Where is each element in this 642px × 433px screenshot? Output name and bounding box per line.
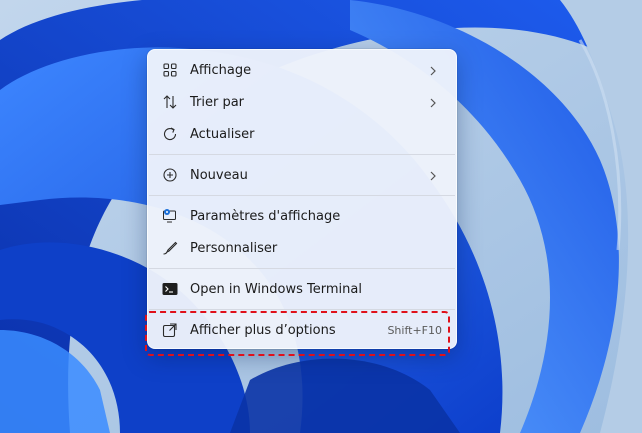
menu-separator bbox=[149, 154, 455, 155]
brush-icon bbox=[162, 240, 178, 256]
menu-item-label: Paramètres d'affichage bbox=[190, 208, 341, 224]
menu-separator bbox=[149, 195, 455, 196]
grid-icon bbox=[162, 62, 178, 78]
menu-separator bbox=[149, 309, 455, 310]
sort-icon bbox=[162, 94, 178, 110]
menu-item-affichage[interactable]: Affichage bbox=[152, 55, 452, 85]
menu-item-label: Affichage bbox=[190, 62, 252, 78]
menu-item-label: Personnaliser bbox=[190, 240, 278, 256]
chevron-right-icon bbox=[428, 95, 438, 109]
menu-item-parametres-affichage[interactable]: Paramètres d'affichage bbox=[152, 201, 452, 231]
plus-circle-icon bbox=[162, 167, 178, 183]
menu-separator bbox=[149, 268, 455, 269]
chevron-right-icon bbox=[428, 168, 438, 182]
refresh-icon bbox=[162, 126, 178, 142]
annotation-highlight-box bbox=[145, 311, 450, 356]
menu-item-actualiser[interactable]: Actualiser bbox=[152, 119, 452, 149]
menu-item-label: Nouveau bbox=[190, 167, 248, 183]
display-settings-icon bbox=[162, 208, 178, 224]
menu-item-personnaliser[interactable]: Personnaliser bbox=[152, 233, 452, 263]
menu-item-trier-par[interactable]: Trier par bbox=[152, 87, 452, 117]
desktop-context-menu: Affichage Trier par Actualiser Nouveau P… bbox=[147, 49, 457, 349]
menu-item-nouveau[interactable]: Nouveau bbox=[152, 160, 452, 190]
menu-item-open-terminal[interactable]: Open in Windows Terminal bbox=[152, 274, 452, 304]
menu-item-label: Trier par bbox=[190, 94, 245, 110]
menu-item-label: Open in Windows Terminal bbox=[190, 281, 362, 297]
chevron-right-icon bbox=[428, 63, 438, 77]
terminal-icon bbox=[162, 281, 178, 297]
menu-item-label: Actualiser bbox=[190, 126, 255, 142]
